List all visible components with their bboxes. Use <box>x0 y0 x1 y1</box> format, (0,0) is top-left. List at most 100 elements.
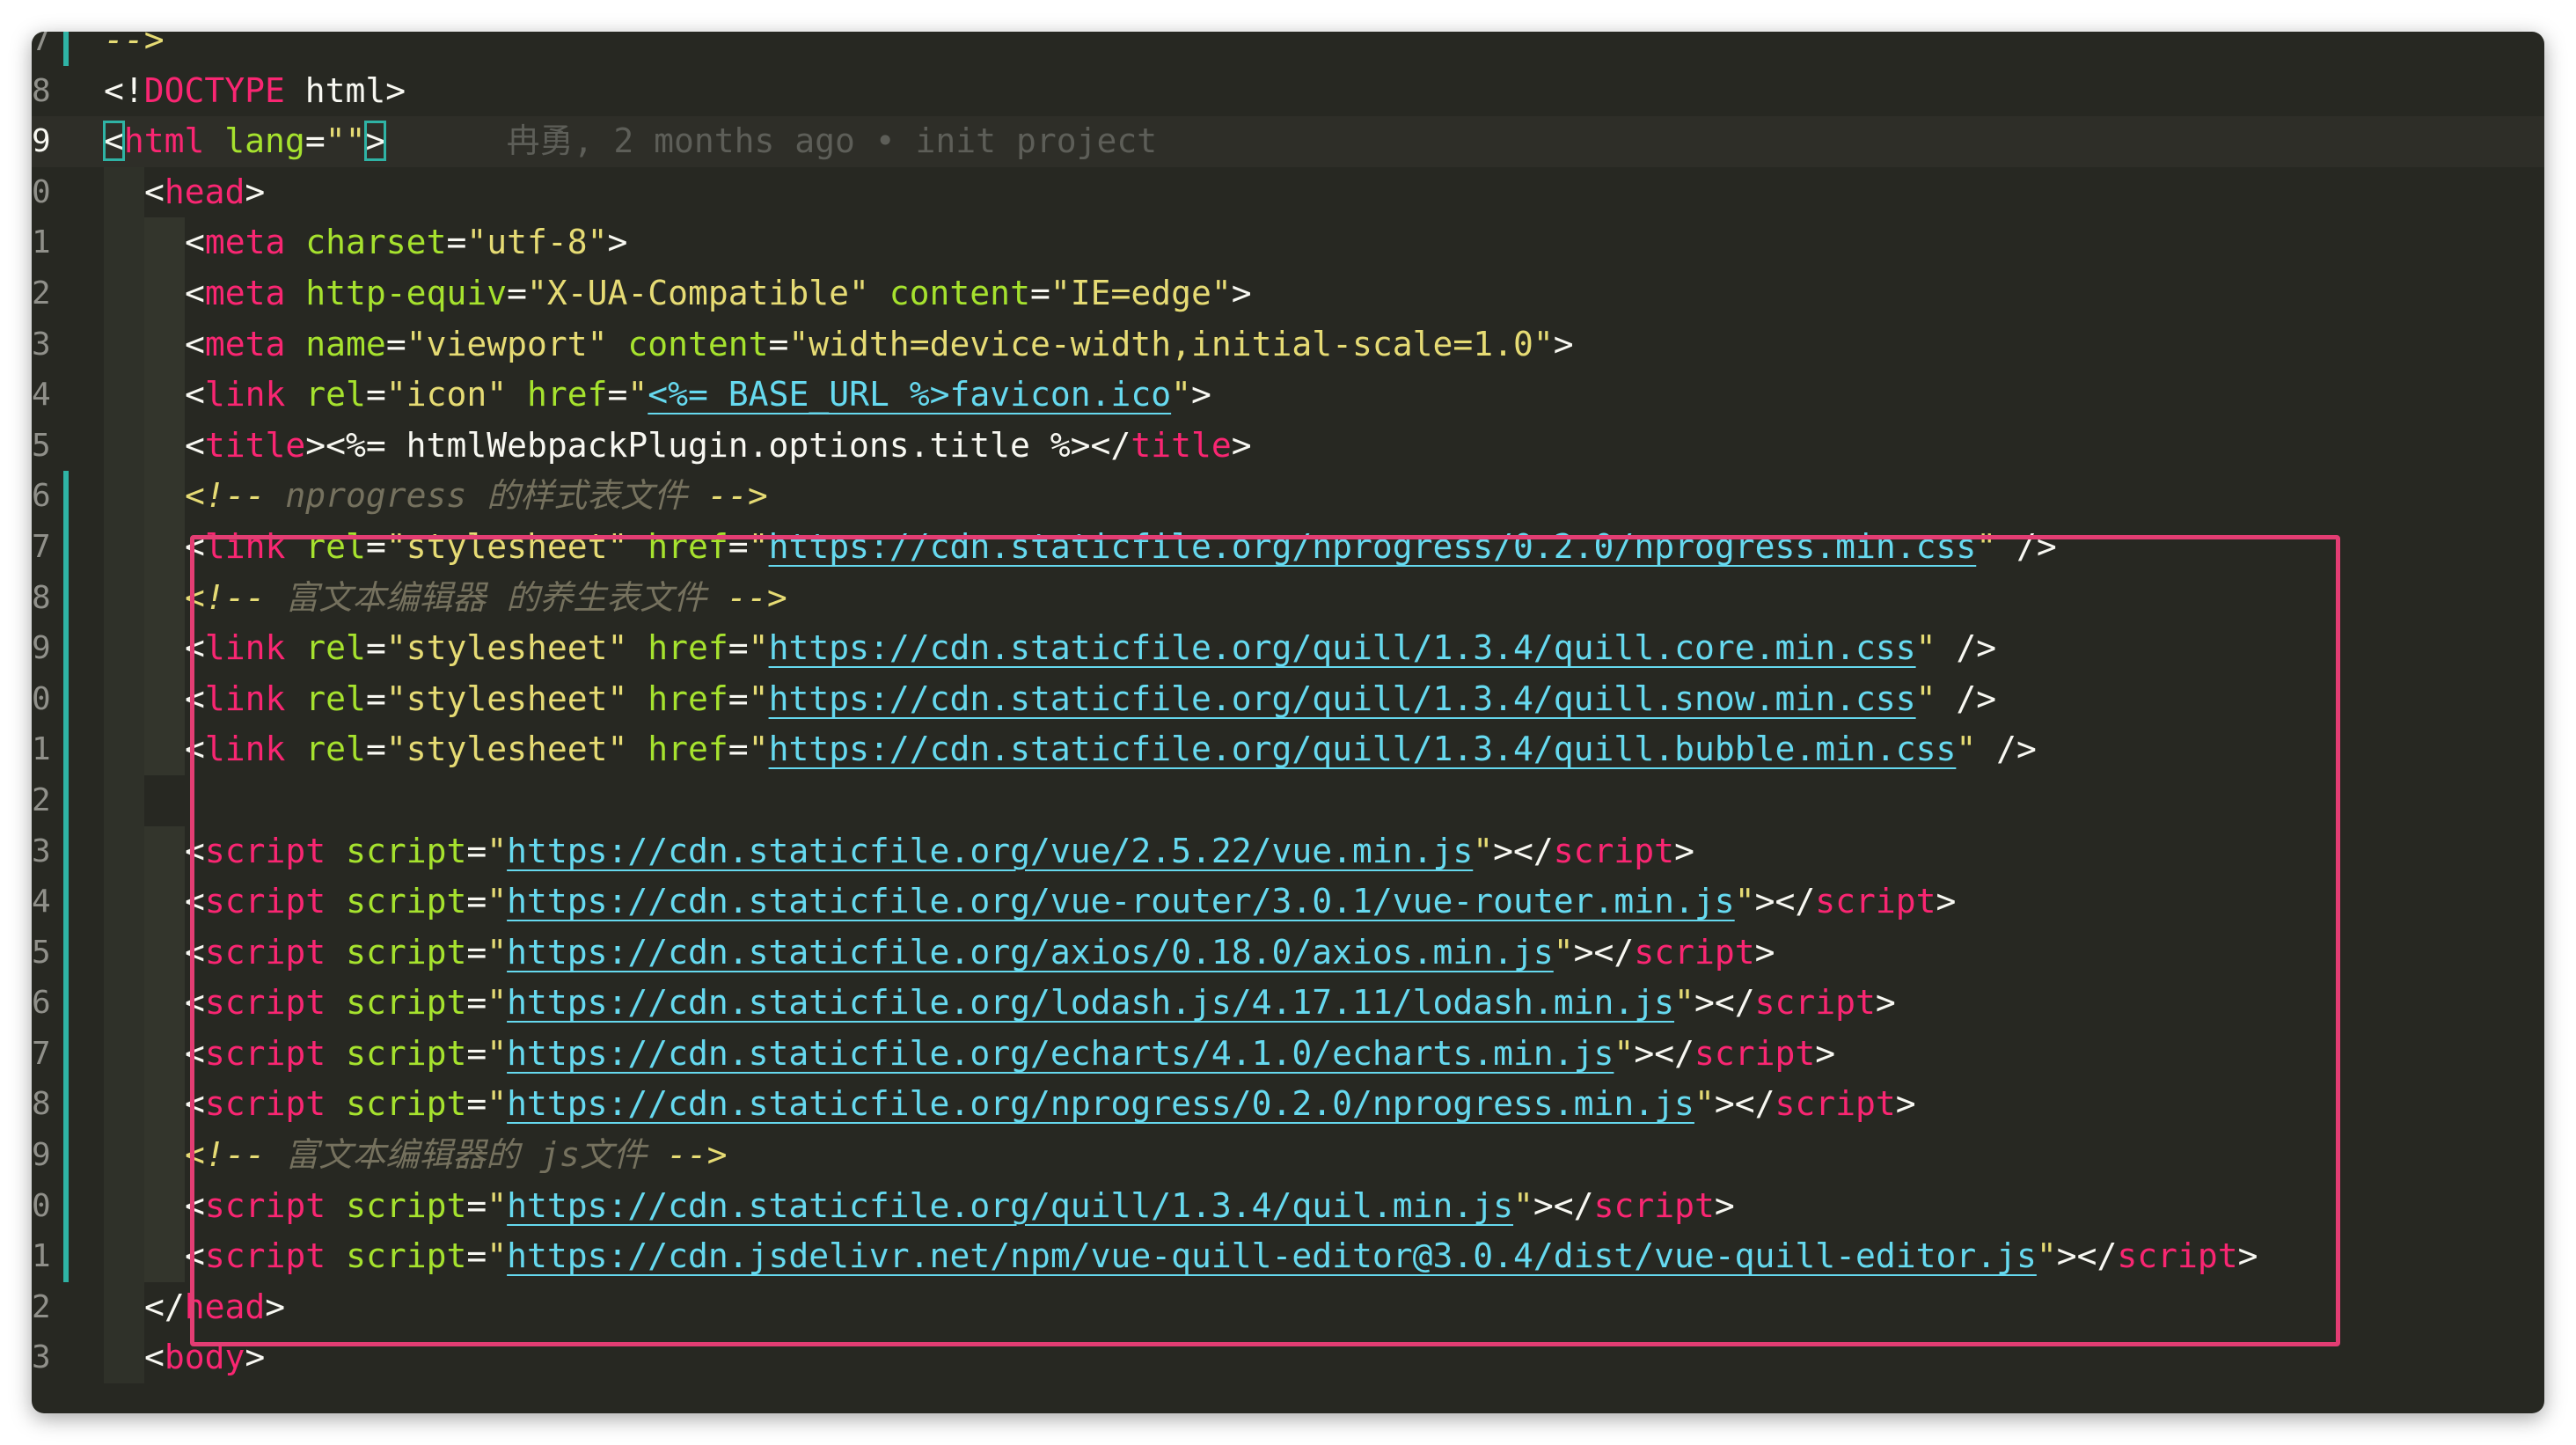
indent-guide <box>104 1281 144 1333</box>
indent-guide <box>104 370 144 421</box>
code-line[interactable]: 1 <script script="https://cdn.jsdelivr.ne… <box>32 1231 2544 1282</box>
code-line[interactable]: 2 <box>32 774 2544 826</box>
code-token: = <box>466 1084 487 1124</box>
code-link[interactable]: https://cdn.staticfile.org/vue/2.5.22/vu… <box>507 832 1473 870</box>
code-link[interactable]: https://cdn.staticfile.org/axios/0.18.0/… <box>507 933 1554 972</box>
line-number: 7 <box>32 32 51 58</box>
code-token: < <box>185 983 205 1023</box>
code-content: </head> <box>144 1282 285 1333</box>
code-line[interactable]: 7 <script script="https://cdn.staticfile.… <box>32 1028 2544 1080</box>
code-token: rel <box>305 730 366 769</box>
code-line[interactable]: 4 <link rel="icon" href="<%= BASE_URL %>f… <box>32 370 2544 421</box>
code-token: script <box>204 1185 326 1225</box>
code-link[interactable]: https://cdn.staticfile.org/quill/1.3.4/q… <box>769 730 1957 768</box>
code-link[interactable]: https://cdn.jsdelivr.net/npm/vue-quill-e… <box>507 1236 2037 1275</box>
code-link[interactable]: https://cdn.staticfile.org/lodash.js/4.1… <box>507 983 1674 1022</box>
code-line[interactable]: 0 <head> <box>32 166 2544 218</box>
code-link[interactable]: https://cdn.staticfile.org/nprogress/0.2… <box>507 1084 1694 1123</box>
code-token: rel <box>305 375 366 414</box>
code-line[interactable]: 9 <html lang=""> 冉勇, 2 months ago • init … <box>32 116 2544 167</box>
code-token: ></ <box>1694 983 1755 1023</box>
indent-guide <box>144 420 185 472</box>
code-token: < <box>185 678 205 718</box>
code-line[interactable]: 0 <script script="https://cdn.staticfile.… <box>32 1180 2544 1232</box>
code-line[interactable]: 6 <!-- nprogress 的样式表文件 --> <box>32 471 2544 522</box>
code-token: link <box>204 730 286 769</box>
line-number: 6 <box>32 478 51 515</box>
code-token: > <box>1191 375 1211 414</box>
code-line[interactable]: 7 --> <box>32 32 2544 66</box>
code-token: < <box>185 628 205 668</box>
code-content: <!DOCTYPE html> <box>104 66 406 117</box>
code-line[interactable]: 6 <script script="https://cdn.staticfile.… <box>32 978 2544 1029</box>
line-number: 6 <box>32 985 51 1022</box>
line-number: 0 <box>32 1187 51 1224</box>
git-change-marker <box>63 673 69 725</box>
line-number: 3 <box>32 326 51 363</box>
code-line[interactable]: 1 <meta charset="utf-8"> <box>32 217 2544 268</box>
code-token: title <box>204 425 306 465</box>
code-token: /> <box>1976 730 2037 769</box>
indent-guide <box>104 623 144 674</box>
code-token: " <box>1473 831 1494 870</box>
code-link[interactable]: <%= BASE_URL %>favicon.ico <box>648 375 1171 414</box>
code-line[interactable]: 5 <script script="https://cdn.staticfile.… <box>32 927 2544 979</box>
code-token: < <box>185 324 205 363</box>
code-line[interactable]: 7 <link rel="stylesheet" href="https://cd… <box>32 521 2544 573</box>
code-line[interactable]: 3 <script script="https://cdn.staticfile.… <box>32 825 2544 877</box>
code-token: <%= htmlWebpackPlugin.options.title %> <box>326 425 1091 465</box>
code-line[interactable]: 0 <link rel="stylesheet" href="https://cd… <box>32 673 2544 725</box>
code-line[interactable]: 8 <!-- 富文本编辑器 的养生表文件 --> <box>32 572 2544 624</box>
code-content: <body> <box>144 1332 265 1383</box>
code-token: script <box>346 1185 467 1225</box>
code-line[interactable]: 8 <script script="https://cdn.staticfile.… <box>32 1079 2544 1131</box>
code-line[interactable]: 4 <script script="https://cdn.staticfile.… <box>32 877 2544 928</box>
code-line[interactable]: 2 <meta http-equiv="X-UA-Compatible" cont… <box>32 268 2544 319</box>
indent-guide <box>144 825 185 877</box>
code-token: head <box>164 172 245 211</box>
code-content: <script script="https://cdn.staticfile.o… <box>185 1181 1735 1232</box>
code-line[interactable]: 9 <!-- 富文本编辑器的 js文件 --> <box>32 1130 2544 1181</box>
code-token: " <box>487 831 508 870</box>
code-token: = <box>365 730 386 769</box>
code-link[interactable]: https://cdn.staticfile.org/quill/1.3.4/q… <box>769 628 1916 667</box>
code-token: > <box>1714 1185 1735 1225</box>
code-token: " <box>487 932 508 972</box>
code-token: " <box>1513 1185 1533 1225</box>
code-token: < <box>103 121 125 162</box>
code-line[interactable]: 1 <link rel="stylesheet" href="https://cd… <box>32 724 2544 775</box>
code-line[interactable]: 3 <body> <box>32 1332 2544 1384</box>
code-line[interactable]: 9 <link rel="stylesheet" href="https://cd… <box>32 623 2544 674</box>
code-link[interactable]: https://cdn.staticfile.org/nprogress/0.2… <box>769 527 1977 566</box>
code-link[interactable]: https://cdn.staticfile.org/quill/1.3.4/q… <box>769 679 1916 718</box>
code-token: = <box>507 273 527 312</box>
code-token: --> <box>727 577 787 617</box>
code-editor[interactable]: 7 --> 8 <!DOCTYPE html> 9 <html lang=""> 冉勇, … <box>32 32 2544 1384</box>
code-token: content <box>627 324 769 363</box>
code-token: </ <box>1090 425 1131 465</box>
code-token: " <box>627 375 648 414</box>
code-line[interactable]: 2 </head> <box>32 1281 2544 1333</box>
code-content: --> <box>104 32 165 66</box>
code-link[interactable]: https://cdn.staticfile.org/vue-router/3.… <box>507 882 1735 921</box>
indent-guide <box>144 521 185 573</box>
code-line[interactable]: 8 <!DOCTYPE html> <box>32 66 2544 117</box>
line-number: 8 <box>32 579 51 616</box>
line-number: 1 <box>32 224 51 261</box>
code-link[interactable]: https://cdn.staticfile.org/quill/1.3.4/q… <box>507 1186 1513 1225</box>
code-token: <!-- <box>185 577 266 617</box>
code-line[interactable]: 3 <meta name="viewport" content="width=de… <box>32 319 2544 370</box>
code-token: /> <box>1996 526 2057 566</box>
code-link[interactable]: https://cdn.staticfile.org/echarts/4.1.0… <box>507 1034 1614 1073</box>
indent-guide <box>104 1332 144 1384</box>
code-token: = <box>768 324 789 363</box>
code-line[interactable]: 5 <title><%= htmlWebpackPlugin.options.ti… <box>32 420 2544 472</box>
code-token: script <box>346 983 467 1023</box>
code-token: ></ <box>1754 882 1816 921</box>
code-token: " <box>1553 932 1574 972</box>
